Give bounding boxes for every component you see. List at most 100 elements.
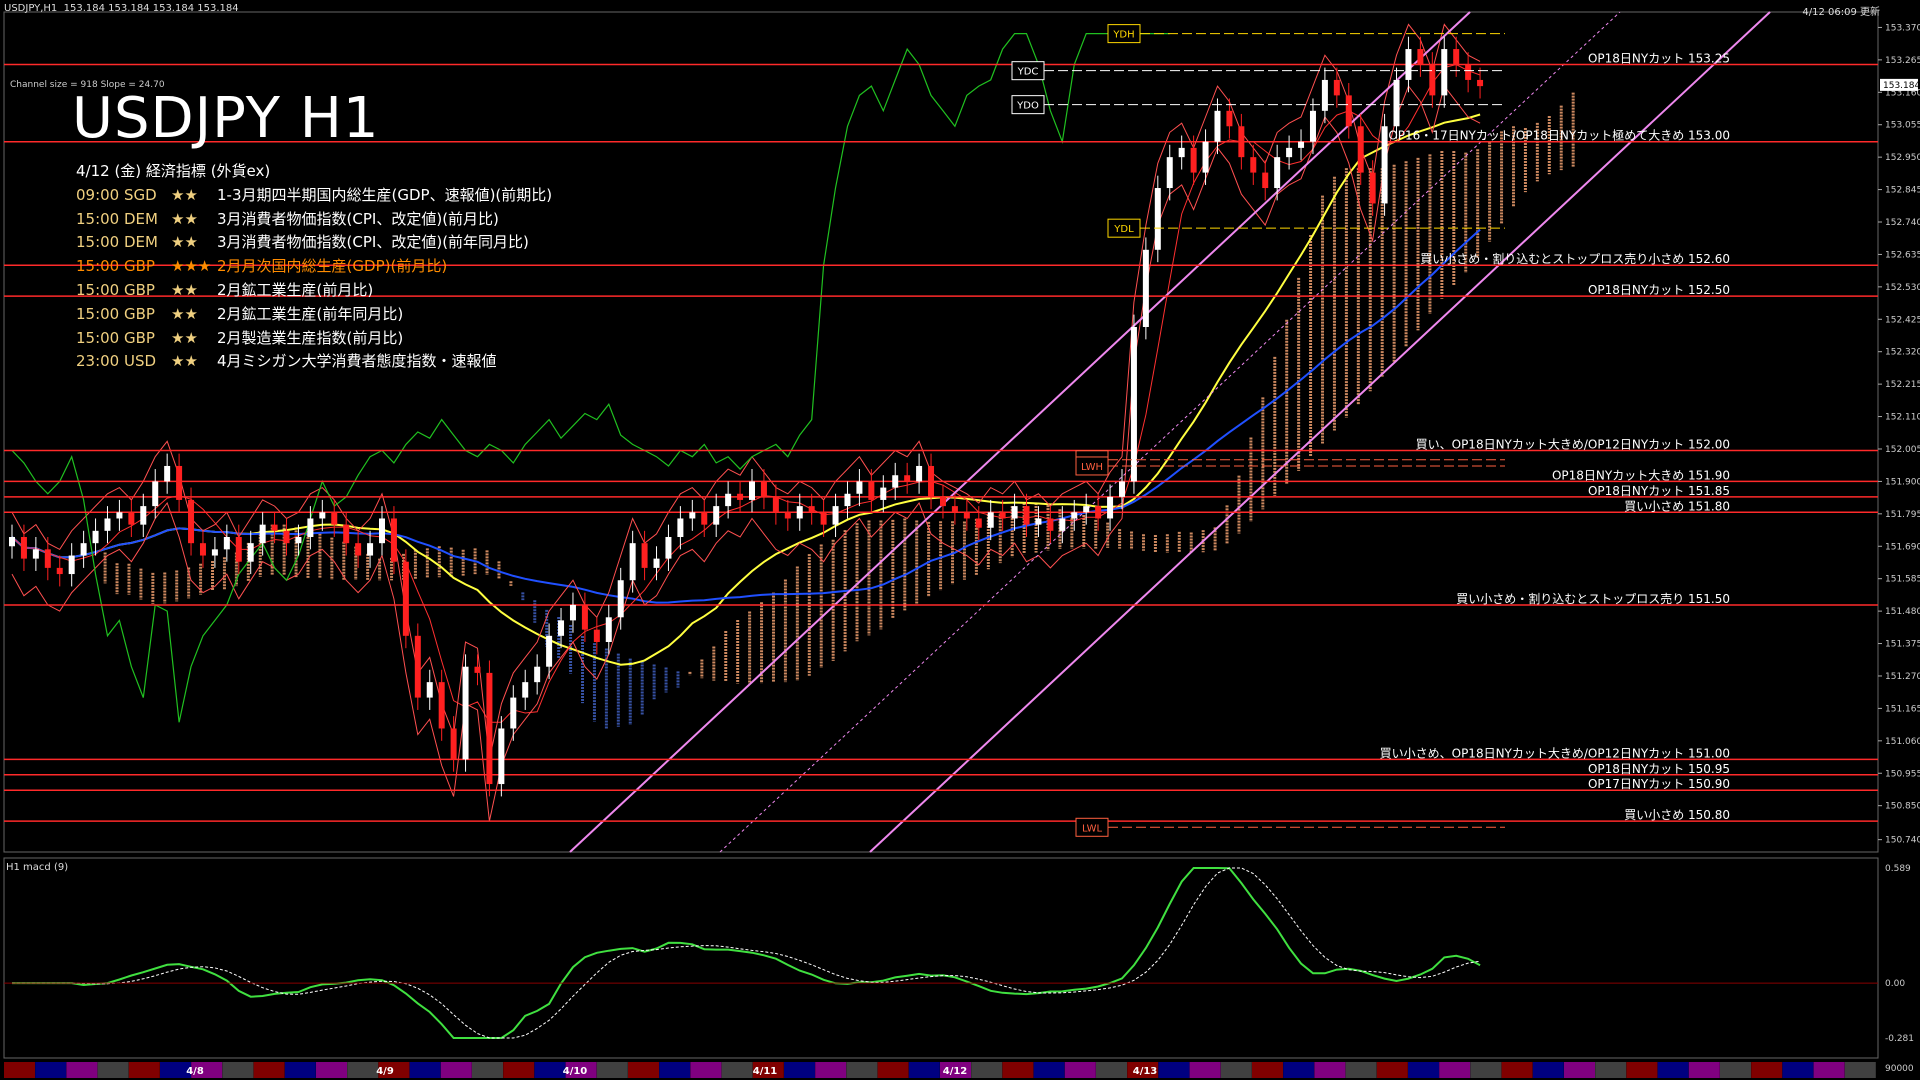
candle-body xyxy=(1023,506,1030,525)
date-strip-cell xyxy=(66,1062,98,1078)
candle-body xyxy=(713,506,720,525)
date-axis: 4/8 4/9 4/10 4/11 4/12 4/13 xyxy=(4,1062,1876,1078)
candle-body xyxy=(1417,49,1424,65)
date-strip-cell xyxy=(347,1062,379,1078)
calendar-time: 15:00 DEM xyxy=(76,233,158,252)
calendar-desc: 3月消費者物価指数(CPI、改定値)(前月比) xyxy=(217,209,499,228)
candle-body xyxy=(474,666,481,673)
candle-body xyxy=(355,543,362,556)
candle-body xyxy=(522,682,529,698)
price-tick-label: 151.165 xyxy=(1885,704,1920,714)
level-label: OP18日NYカット大きめ 151.90 xyxy=(1552,468,1730,482)
candle-body xyxy=(1178,147,1185,158)
candle-body xyxy=(1441,49,1448,96)
candle-body xyxy=(1250,157,1257,173)
date-strip-cell xyxy=(721,1062,753,1078)
level-label: 買い、OP18日NYカット大きめ/OP12日NYカット 152.00 xyxy=(1416,438,1730,452)
candle-body xyxy=(211,549,218,556)
calendar-desc: 2月鉱工業生産(前月比) xyxy=(217,280,374,299)
candle-body xyxy=(319,512,326,519)
date-strip-cell xyxy=(1751,1062,1783,1078)
calendar-desc: 4月ミシガン大学消費者態度指数・速報値 xyxy=(217,352,497,371)
marker-label: YDL xyxy=(1113,224,1134,235)
date-strip-cell xyxy=(1782,1062,1814,1078)
date-strip-cell xyxy=(1595,1062,1627,1078)
candle-body xyxy=(307,518,314,537)
date-strip-cell xyxy=(222,1062,254,1078)
date-strip-cell xyxy=(1345,1062,1377,1078)
candle-body xyxy=(1262,172,1269,189)
page-title: USDJPY H1 xyxy=(72,86,380,151)
price-tick-label: 152.950 xyxy=(1885,153,1920,163)
date-strip-cell xyxy=(1002,1062,1034,1078)
candle-body xyxy=(80,543,87,556)
candle-body xyxy=(1154,188,1161,250)
price-tick-label: 152.425 xyxy=(1885,315,1920,325)
candle-body xyxy=(1226,110,1233,127)
candle-body xyxy=(164,465,171,482)
current-price-label: 153.184 xyxy=(1883,81,1920,91)
date-strip-cell xyxy=(1439,1062,1471,1078)
price-tick-label: 153.370 xyxy=(1885,23,1920,33)
marker-label: YDC xyxy=(1017,67,1039,78)
candle-body xyxy=(677,518,684,537)
candle-body xyxy=(283,530,290,544)
calendar-row: 15:00 DEM ★★ 3月消費者物価指数(CPI、改定値)(前年同月比) xyxy=(76,231,552,255)
candle-body xyxy=(414,635,421,698)
candle-body xyxy=(629,543,636,581)
candle-body xyxy=(1071,512,1078,519)
level-label: OP18日NYカット 150.95 xyxy=(1588,762,1730,776)
price-tick-label: 151.270 xyxy=(1885,672,1920,682)
candle-body xyxy=(856,481,863,494)
calendar-stars: ★★★ xyxy=(171,257,212,276)
candle-body xyxy=(1357,126,1364,173)
marker-label: LWH xyxy=(1081,462,1103,473)
candle-body xyxy=(92,530,99,544)
price-tick-label: 152.215 xyxy=(1885,380,1920,390)
candle-body xyxy=(1381,126,1388,204)
level-label: 買い小さめ 150.80 xyxy=(1624,808,1730,822)
candle-body xyxy=(749,481,755,500)
candle-body xyxy=(784,512,791,519)
chart-header: USDJPY,H1 153.184 153.184 153.184 153.18… xyxy=(4,3,239,14)
date-strip-cell xyxy=(596,1062,628,1078)
price-tick-label: 153.265 xyxy=(1885,56,1920,66)
date-strip-cell xyxy=(1501,1062,1533,1078)
candle-body xyxy=(450,728,457,760)
date-strip-cell xyxy=(1220,1062,1252,1078)
level-label: OP17日NYカット 150.90 xyxy=(1588,777,1730,791)
candle-body xyxy=(593,629,600,642)
candle-body xyxy=(1453,49,1460,65)
calendar-row: 23:00 USD ★★ 4月ミシガン大学消費者態度指数・速報値 xyxy=(76,350,552,374)
calendar-desc: 1-3月期四半期国内総生産(GDP、速報値)(前期比) xyxy=(217,185,553,204)
candle-body xyxy=(904,475,911,482)
candle-body xyxy=(498,728,505,785)
candle-body xyxy=(426,682,433,698)
candle-body xyxy=(546,635,553,667)
price-tick-label: 152.320 xyxy=(1885,348,1920,358)
candle-body xyxy=(1333,79,1340,96)
price-tick-label: 150.850 xyxy=(1885,802,1920,812)
date-strip-cell xyxy=(815,1062,847,1078)
candle-body xyxy=(32,549,39,559)
price-tick-label: 152.635 xyxy=(1885,250,1920,260)
level-label: OP18日NYカット 153.25 xyxy=(1588,52,1730,66)
candle-body xyxy=(390,518,397,562)
candle-body xyxy=(939,496,946,507)
candle-body xyxy=(796,506,803,519)
macd-tick-label: 90000 xyxy=(1885,1064,1914,1074)
candle-body xyxy=(271,524,278,531)
date-strip-cell xyxy=(472,1062,503,1078)
calendar-stars: ★★ xyxy=(171,233,198,252)
date-strip-cell xyxy=(1033,1062,1065,1078)
candle-body xyxy=(820,512,827,525)
date-strip-cell xyxy=(877,1062,909,1078)
candle-body xyxy=(1465,64,1472,80)
candle-body xyxy=(1083,506,1090,513)
date-strip-cell xyxy=(128,1062,160,1078)
price-tick-label: 152.740 xyxy=(1885,218,1920,228)
candle-body xyxy=(104,518,111,531)
candle-body xyxy=(1238,126,1245,158)
candle-body xyxy=(1130,327,1137,482)
level-label: 買い小さめ 151.80 xyxy=(1624,499,1730,513)
